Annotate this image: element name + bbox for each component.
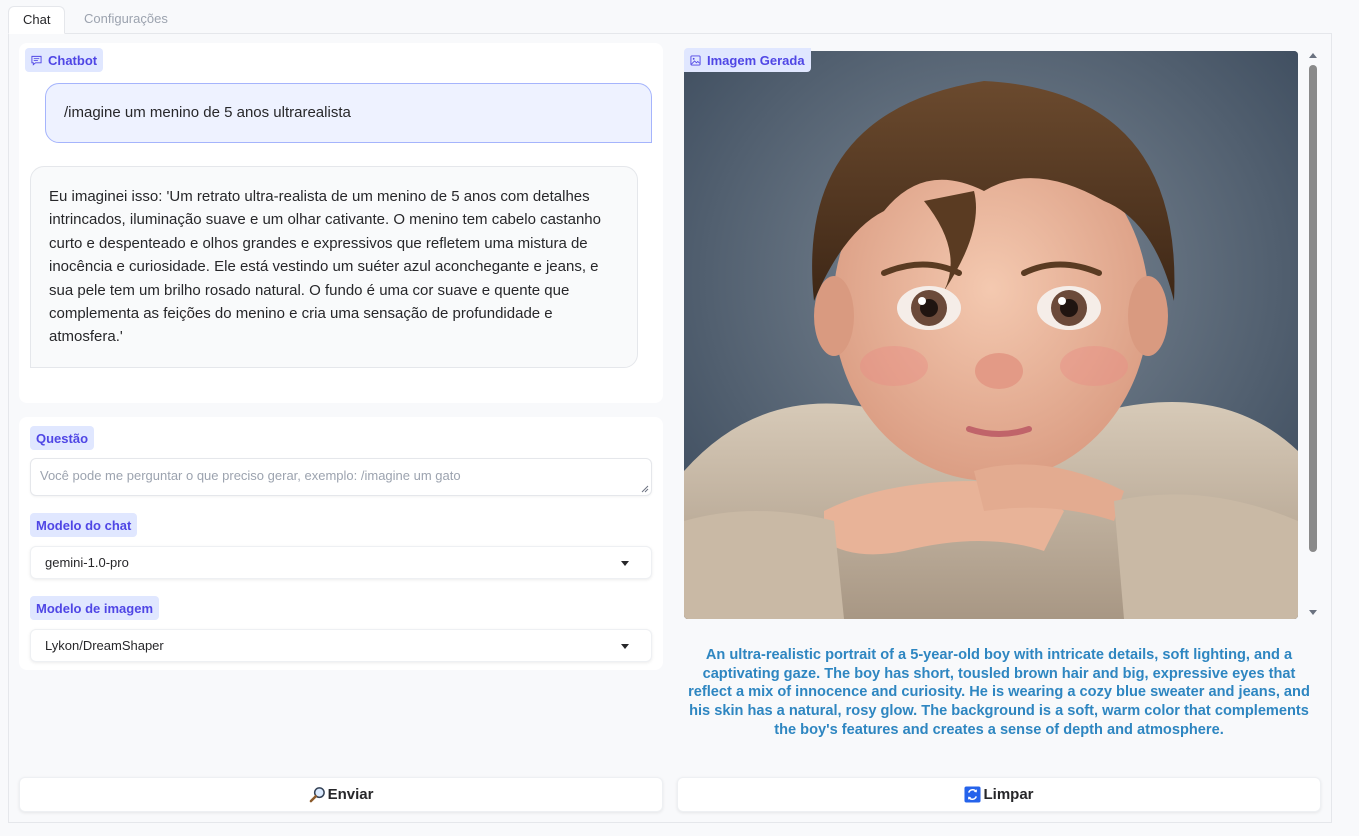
clear-button[interactable]: Limpar [677, 777, 1321, 812]
chat-model-value: gemini-1.0-pro [45, 555, 129, 570]
scrollbar-thumb[interactable] [1309, 65, 1317, 552]
resize-handle-icon[interactable] [641, 485, 649, 493]
generated-image [684, 51, 1298, 619]
chatbot-label-text: Chatbot [48, 52, 98, 68]
image-scrollbar[interactable] [1305, 51, 1321, 615]
image-caption: An ultra-realistic portrait of a 5-year-… [688, 647, 1310, 738]
generated-image-label-text: Imagem Gerada [707, 52, 805, 68]
chatbot-label: Chatbot [25, 48, 104, 72]
send-button[interactable]: Enviar [19, 777, 663, 812]
magnifier-icon [309, 787, 325, 803]
clear-button-label: Limpar [983, 786, 1034, 803]
refresh-icon [964, 786, 982, 803]
question-input[interactable]: Você pode me perguntar o que preciso ger… [30, 458, 652, 496]
chat-icon [31, 55, 42, 66]
image-model-dropdown[interactable]: Lykon/DreamShaper [30, 629, 652, 662]
tab-configuracoes[interactable]: Configurações [70, 6, 182, 34]
image-icon [690, 54, 701, 66]
bot-message: Eu imaginei isso: 'Um retrato ultra-real… [30, 166, 638, 368]
chevron-down-icon [621, 644, 629, 649]
question-placeholder: Você pode me perguntar o que preciso ger… [40, 468, 461, 483]
tab-chat[interactable]: Chat [8, 6, 66, 34]
image-model-label: Modelo de imagem [30, 596, 160, 620]
question-label: Questão [30, 426, 95, 450]
generated-image-label: Imagem Gerada [684, 48, 811, 72]
image-model-value: Lykon/DreamShaper [45, 638, 164, 653]
portrait-illustration [684, 51, 1298, 619]
send-button-label: Enviar [327, 786, 374, 803]
chat-model-dropdown[interactable]: gemini-1.0-pro [30, 546, 652, 579]
scroll-up-icon[interactable] [1309, 53, 1317, 58]
scroll-down-icon[interactable] [1309, 610, 1317, 615]
chat-model-label: Modelo do chat [30, 513, 138, 537]
user-message: /imagine um menino de 5 anos ultrarealis… [45, 83, 652, 143]
chevron-down-icon [621, 561, 629, 566]
tab-bar: Chat Configurações [8, 6, 1332, 34]
